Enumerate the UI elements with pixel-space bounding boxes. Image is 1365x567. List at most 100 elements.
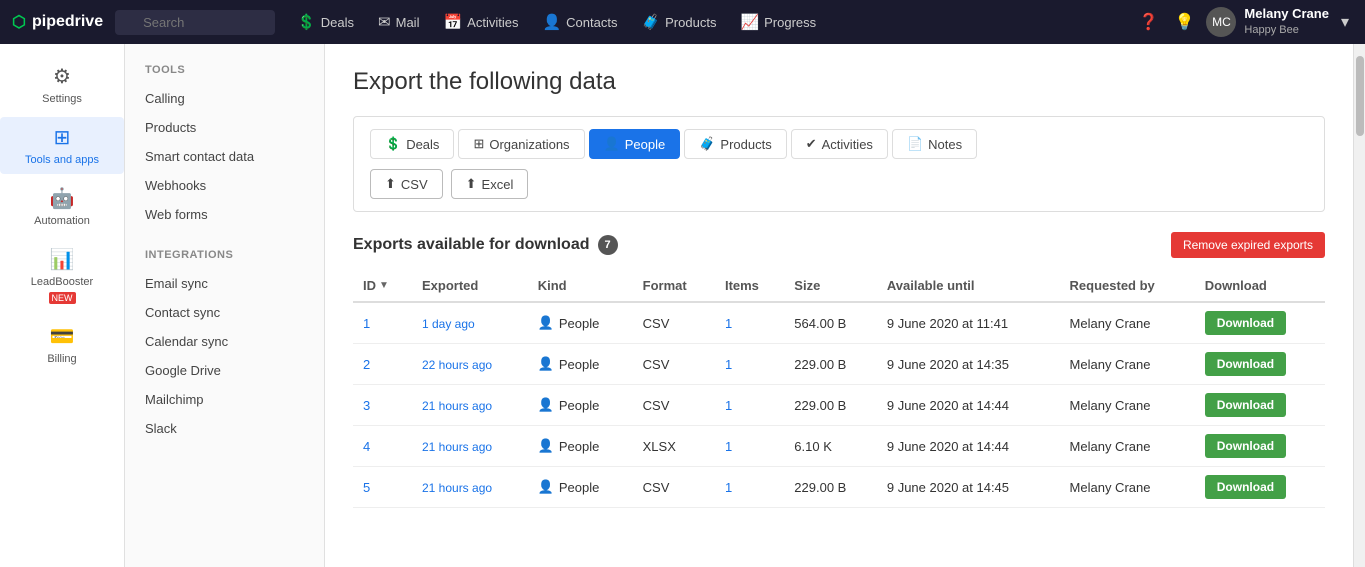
exports-table: ID ▼ Exported Kind Format Items Size Ava… <box>353 270 1325 508</box>
cell-format: CSV <box>633 385 715 426</box>
id-link[interactable]: 1 <box>363 316 370 331</box>
sidebar-item-automation[interactable]: 🤖 Automation <box>0 178 124 235</box>
col-id: ID ▼ <box>353 270 412 302</box>
scrollbar[interactable] <box>1353 44 1365 567</box>
tools-link-google-drive[interactable]: Google Drive <box>125 356 324 385</box>
tools-link-products[interactable]: Products <box>125 113 324 142</box>
kind-label: People <box>559 398 599 413</box>
app-logo[interactable]: ⬡ pipedrive <box>12 12 103 32</box>
id-link[interactable]: 2 <box>363 357 370 372</box>
download-button[interactable]: Download <box>1205 393 1286 417</box>
items-link[interactable]: 1 <box>725 439 732 454</box>
tools-link-webforms[interactable]: Web forms <box>125 200 324 229</box>
sidebar-item-billing[interactable]: 💳 Billing <box>0 316 124 373</box>
exports-count-badge: 7 <box>598 235 618 255</box>
cell-kind: 👤People <box>528 302 633 344</box>
tools-link-calling[interactable]: Calling <box>125 84 324 113</box>
nav-products[interactable]: 🧳 Products <box>631 0 726 44</box>
cell-size: 229.00 B <box>784 467 877 508</box>
cell-id: 2 <box>353 344 412 385</box>
tools-link-webhooks[interactable]: Webhooks <box>125 171 324 200</box>
tools-link-smart-contact[interactable]: Smart contact data <box>125 142 324 171</box>
items-link[interactable]: 1 <box>725 357 732 372</box>
help-icon[interactable]: ❓ <box>1135 12 1163 32</box>
col-format: Format <box>633 270 715 302</box>
cell-available-until: 9 June 2020 at 14:44 <box>877 426 1060 467</box>
people-tab-icon: 👤 <box>604 136 620 152</box>
tools-link-mailchimp[interactable]: Mailchimp <box>125 385 324 414</box>
cell-kind: 👤People <box>528 426 633 467</box>
tab-organizations[interactable]: ⊞ Organizations <box>458 129 584 159</box>
download-button[interactable]: Download <box>1205 475 1286 499</box>
nav-deals[interactable]: 💲 Deals <box>287 0 364 44</box>
exported-time: 21 hours ago <box>422 481 492 495</box>
user-dropdown-icon[interactable]: ▾ <box>1337 12 1353 32</box>
nav-mail[interactable]: ✉ Mail <box>368 0 429 44</box>
tools-link-email-sync[interactable]: Email sync <box>125 269 324 298</box>
leadbooster-icon: 📊 <box>50 247 75 272</box>
kind-icon: 👤 <box>538 356 554 372</box>
sidebar-item-tools[interactable]: ⊞ Tools and apps <box>0 117 124 174</box>
nav-progress[interactable]: 📈 Progress <box>730 0 826 44</box>
tab-notes[interactable]: 📄 Notes <box>892 129 977 159</box>
cell-items: 1 <box>715 426 784 467</box>
cell-exported: 21 hours ago <box>412 467 528 508</box>
kind-icon: 👤 <box>538 315 554 331</box>
cell-id: 1 <box>353 302 412 344</box>
cell-exported: 21 hours ago <box>412 426 528 467</box>
cell-items: 1 <box>715 302 784 344</box>
bulb-icon[interactable]: 💡 <box>1171 12 1199 32</box>
table-row: 4 21 hours ago 👤People XLSX 1 6.10 K 9 J… <box>353 426 1325 467</box>
remove-expired-button[interactable]: Remove expired exports <box>1171 232 1325 258</box>
automation-icon: 🤖 <box>50 186 75 211</box>
tools-link-contact-sync[interactable]: Contact sync <box>125 298 324 327</box>
table-row: 2 22 hours ago 👤People CSV 1 229.00 B 9 … <box>353 344 1325 385</box>
download-button[interactable]: Download <box>1205 311 1286 335</box>
items-link[interactable]: 1 <box>725 480 732 495</box>
download-button[interactable]: Download <box>1205 434 1286 458</box>
col-exported: Exported <box>412 270 528 302</box>
tools-link-slack[interactable]: Slack <box>125 414 324 443</box>
sidebar-item-leadbooster[interactable]: 📊 LeadBooster NEW <box>0 239 124 312</box>
nav-activities[interactable]: 📅 Activities <box>433 0 528 44</box>
excel-button[interactable]: ⬆ Excel <box>451 169 529 199</box>
cell-items: 1 <box>715 467 784 508</box>
org-tab-icon: ⊞ <box>473 136 484 152</box>
csv-button[interactable]: ⬆ CSV <box>370 169 443 199</box>
kind-label: People <box>559 439 599 454</box>
sidebar-item-settings[interactable]: ⚙ Settings <box>0 56 124 113</box>
cell-size: 6.10 K <box>784 426 877 467</box>
nav-contacts[interactable]: 👤 Contacts <box>532 0 627 44</box>
table-row: 1 1 day ago 👤People CSV 1 564.00 B 9 Jun… <box>353 302 1325 344</box>
sidebar-settings-label: Settings <box>42 93 82 105</box>
tab-people[interactable]: 👤 People <box>589 129 681 159</box>
items-link[interactable]: 1 <box>725 398 732 413</box>
tab-people-label: People <box>625 137 665 152</box>
products-nav-icon: 🧳 <box>641 13 660 31</box>
exports-title-text: Exports available for download <box>353 236 590 254</box>
tools-icon: ⊞ <box>54 125 71 150</box>
cell-format: CSV <box>633 302 715 344</box>
tools-link-calendar-sync[interactable]: Calendar sync <box>125 327 324 356</box>
id-sort[interactable]: ID ▼ <box>363 278 402 293</box>
download-button[interactable]: Download <box>1205 352 1286 376</box>
deals-tab-icon: 💲 <box>385 136 401 152</box>
kind-label: People <box>559 357 599 372</box>
search-input[interactable] <box>115 10 275 35</box>
cell-exported: 1 day ago <box>412 302 528 344</box>
tab-products[interactable]: 🧳 Products <box>684 129 787 159</box>
id-link[interactable]: 4 <box>363 439 370 454</box>
cell-requested-by: Melany Crane <box>1060 426 1195 467</box>
tab-activities[interactable]: ✔ Activities <box>791 129 888 159</box>
tab-deals[interactable]: 💲 Deals <box>370 129 454 159</box>
id-link[interactable]: 3 <box>363 398 370 413</box>
table-header-row: ID ▼ Exported Kind Format Items Size Ava… <box>353 270 1325 302</box>
activities-tab-icon: ✔ <box>806 136 817 152</box>
tab-org-label: Organizations <box>489 137 569 152</box>
kind-label: People <box>559 480 599 495</box>
items-link[interactable]: 1 <box>725 316 732 331</box>
id-link[interactable]: 5 <box>363 480 370 495</box>
sidebar-billing-label: Billing <box>47 353 76 365</box>
scrollbar-thumb[interactable] <box>1356 56 1364 136</box>
export-tabs-row: 💲 Deals ⊞ Organizations 👤 People 🧳 Produ… <box>370 129 1308 159</box>
